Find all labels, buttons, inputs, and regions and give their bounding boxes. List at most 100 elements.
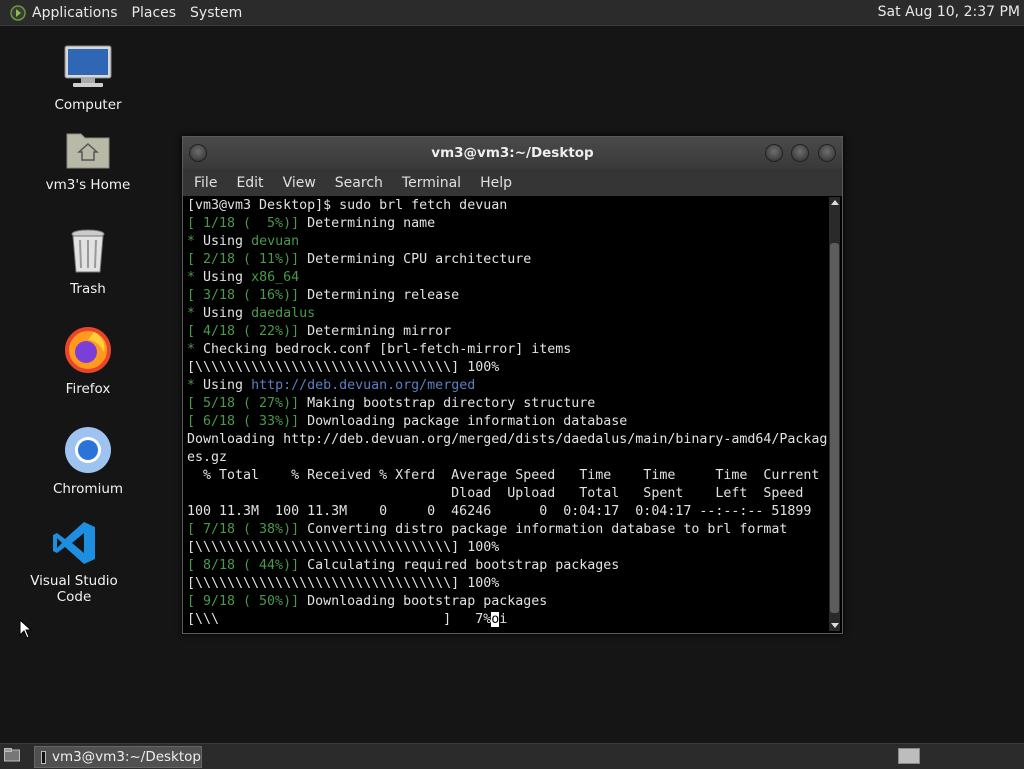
- terminal-line: [ 5/18 ( 27%)] Making bootstrap director…: [187, 395, 828, 413]
- terminal-line: [ 1/18 ( 5%)] Determining name: [187, 215, 828, 233]
- terminal-line: * Checking bedrock.conf [brl-fetch-mirro…: [187, 341, 828, 359]
- taskbar-task-label: vm3@vm3:~/Desktop: [51, 749, 201, 765]
- desktop-icon-home[interactable]: vm3's Home: [28, 128, 148, 193]
- terminal-text: [\\\\\\\\\\\\\\\\\\\\\\\\\\\\\\\\] 100%: [187, 540, 500, 555]
- mouse-pointer-icon: [19, 619, 33, 639]
- terminal-text: *: [187, 342, 196, 357]
- desktop-icon-computer[interactable]: Computer: [28, 44, 148, 113]
- scroll-up-arrow-icon[interactable]: [831, 200, 839, 205]
- terminal-line: [\\\ ] 7%oi: [187, 611, 828, 629]
- desktop-icon-label: Computer: [54, 97, 122, 113]
- taskbar-terminal-button[interactable]: vm3@vm3:~/Desktop: [34, 746, 202, 768]
- terminal-text: *: [187, 270, 196, 285]
- places-menu[interactable]: Places: [132, 5, 177, 21]
- terminal-line: [ 4/18 ( 22%)] Determining mirror: [187, 323, 828, 341]
- minimize-button[interactable]: [765, 144, 783, 162]
- maximize-button[interactable]: [791, 144, 809, 162]
- terminal-text: Using: [195, 234, 252, 249]
- terminal-line: Dload Upload Total Spent Left Speed: [187, 485, 828, 503]
- window-menubar: File Edit View Search Terminal Help: [183, 169, 842, 196]
- terminal-text: Downloading http://deb.devuan.org/merged…: [187, 432, 828, 447]
- home-folder-icon: [66, 133, 110, 169]
- terminal-line: [ 6/18 ( 33%)] Downloading package infor…: [187, 413, 828, 431]
- desktop-icon-chromium[interactable]: Chromium: [28, 426, 148, 497]
- terminal-line: 100 11.3M 100 11.3M 0 0 46246 0 0:04:17 …: [187, 503, 828, 521]
- desktop-icon-trash[interactable]: Trash: [28, 228, 148, 297]
- terminal-text: Determining release: [299, 288, 460, 303]
- terminal-text: [ 2/18 ( 11%)]: [187, 252, 300, 267]
- terminal-text: x86_64: [251, 270, 300, 285]
- terminal-text: devuan: [251, 234, 300, 249]
- applications-menu[interactable]: Applications: [32, 5, 118, 21]
- terminal-text: *: [187, 234, 196, 249]
- terminal-text: [ 4/18 ( 22%)]: [187, 324, 300, 339]
- terminal-text: [ 1/18 ( 5%)]: [187, 216, 300, 231]
- terminal-text: Dload Upload Total Spent Left Speed: [187, 486, 804, 501]
- terminal-text: [ 9/18 ( 50%)]: [187, 594, 300, 609]
- workspace-switcher[interactable]: [898, 748, 920, 764]
- terminal-line: [\\\\\\\\\\\\\\\\\\\\\\\\\\\\\\\\] 100%: [187, 539, 828, 557]
- terminal-text: Using: [195, 378, 252, 393]
- desktop-icon-label: Trash: [70, 281, 106, 297]
- menu-terminal[interactable]: Terminal: [402, 175, 461, 191]
- terminal-line: [ 3/18 ( 16%)] Determining release: [187, 287, 828, 305]
- terminal-text: Converting distro package information da…: [299, 522, 788, 537]
- terminal-text: [ 5/18 ( 27%)]: [187, 396, 300, 411]
- terminal-text: http://deb.devuan.org/merged: [251, 378, 476, 393]
- terminal-line: [ 2/18 ( 11%)] Determining CPU architect…: [187, 251, 828, 269]
- system-menu[interactable]: System: [190, 5, 242, 21]
- applications-logo-icon[interactable]: [10, 4, 26, 21]
- terminal-text: [\\\ ] 7%: [187, 612, 492, 627]
- terminal-line: es.gz: [187, 449, 828, 467]
- menu-view[interactable]: View: [283, 175, 316, 191]
- window-title: vm3@vm3:~/Desktop: [431, 145, 594, 161]
- terminal-line: * Using x86_64: [187, 269, 828, 287]
- terminal-line: [\\\\\\\\\\\\\\\\\\\\\\\\\\\\\\\\] 100%: [187, 359, 828, 377]
- terminal-text: % Total % Received % Xferd Average Speed…: [187, 468, 820, 483]
- terminal-output[interactable]: [vm3@vm3 Desktop]$ sudo brl fetch devuan…: [185, 197, 828, 631]
- terminal-scrollbar[interactable]: [829, 197, 840, 631]
- desktop-icon-firefox[interactable]: Firefox: [28, 326, 148, 397]
- terminal-text: [\\\\\\\\\\\\\\\\\\\\\\\\\\\\\\\\] 100%: [187, 576, 500, 591]
- top-panel: Applications Places System Sat Aug 10, 2…: [0, 0, 1024, 26]
- chromium-icon: [65, 427, 111, 473]
- terminal-line: * Using http://deb.devuan.org/merged: [187, 377, 828, 395]
- terminal-text: Determining name: [299, 216, 436, 231]
- terminal-line: * Using daedalus: [187, 305, 828, 323]
- terminal-window[interactable]: vm3@vm3:~/Desktop File Edit View Search …: [182, 136, 843, 634]
- desktop-icon-vscode[interactable]: Visual Studio Code: [14, 520, 134, 605]
- menu-edit[interactable]: Edit: [236, 175, 263, 191]
- menu-file[interactable]: File: [194, 175, 217, 191]
- terminal-text: Making bootstrap directory structure: [299, 396, 596, 411]
- scroll-down-arrow-icon[interactable]: [831, 623, 839, 628]
- terminal-line: [ 8/18 ( 44%)] Calculating required boot…: [187, 557, 828, 575]
- bottom-panel: vm3@vm3:~/Desktop: [0, 743, 1024, 769]
- window-menu-button[interactable]: [189, 144, 207, 162]
- scrollbar-thumb[interactable]: [830, 243, 839, 613]
- terminal-text: es.gz: [187, 450, 228, 465]
- terminal-line: [\\\\\\\\\\\\\\\\\\\\\\\\\\\\\\\\] 100%: [187, 575, 828, 593]
- terminal-text: [ 7/18 ( 38%)]: [187, 522, 300, 537]
- terminal-text: 100 11.3M 100 11.3M 0 0 46246 0 0:04:17 …: [187, 504, 812, 519]
- clock[interactable]: Sat Aug 10, 2:37 PM: [878, 4, 1020, 20]
- terminal-line: % Total % Received % Xferd Average Speed…: [187, 467, 828, 485]
- terminal-text: Calculating required bootstrap packages: [299, 558, 620, 573]
- desktop-icon-label: Visual Studio Code: [30, 573, 118, 605]
- terminal-text: [ 3/18 ( 16%)]: [187, 288, 300, 303]
- terminal-line: [ 7/18 ( 38%)] Converting distro package…: [187, 521, 828, 539]
- terminal-text: *: [187, 306, 196, 321]
- desktop-icon-label: Firefox: [65, 381, 111, 397]
- show-desktop-icon[interactable]: [4, 748, 20, 762]
- terminal-line: * Using devuan: [187, 233, 828, 251]
- window-titlebar[interactable]: vm3@vm3:~/Desktop: [183, 137, 842, 169]
- trash-icon: [71, 229, 105, 273]
- terminal-text: [ 8/18 ( 44%)]: [187, 558, 300, 573]
- vscode-icon: [53, 522, 95, 564]
- terminal-text: *: [187, 378, 196, 393]
- desktop-icon-label: vm3's Home: [45, 177, 131, 193]
- menu-help[interactable]: Help: [480, 175, 512, 191]
- firefox-icon: [65, 327, 111, 373]
- menu-search[interactable]: Search: [335, 175, 383, 191]
- close-button[interactable]: [818, 144, 836, 162]
- terminal-text: Determining mirror: [299, 324, 452, 339]
